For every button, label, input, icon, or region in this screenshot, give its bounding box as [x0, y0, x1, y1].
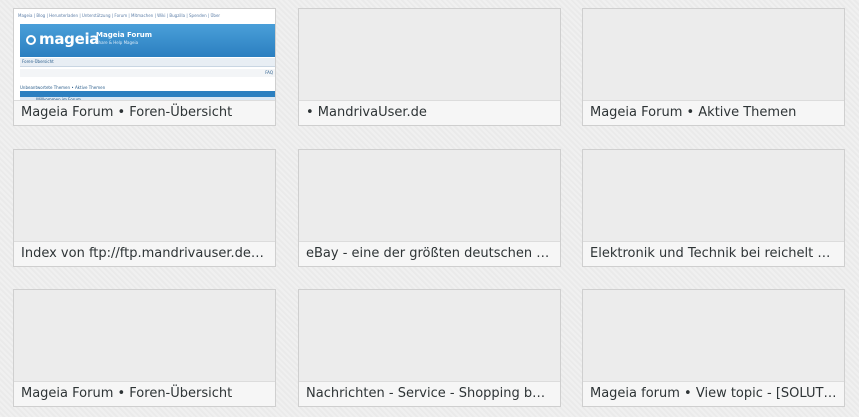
- tile-title: Index von ftp://ftp.mandrivauser.de/m...: [14, 241, 275, 266]
- tile-preview: [583, 9, 844, 102]
- tile-title: Mageia Forum • Foren-Übersicht: [14, 381, 275, 406]
- thumbnail-tile-4[interactable]: Index von ftp://ftp.mandrivauser.de/m...: [13, 149, 276, 267]
- thumbnail-tile-5[interactable]: eBay - eine der größten deutschen S...: [298, 149, 561, 267]
- logo-text: mageia: [39, 30, 100, 48]
- tile-title: eBay - eine der größten deutschen S...: [299, 241, 560, 266]
- preview-faq-link: FAQ: [265, 70, 273, 75]
- thumbnail-tile-6[interactable]: Elektronik und Technik bei reichelt el..…: [582, 149, 845, 267]
- tile-preview: [14, 290, 275, 383]
- tile-preview: [583, 150, 844, 243]
- tile-preview: [14, 150, 275, 243]
- tile-preview: [299, 9, 560, 102]
- thumbnail-tile-9[interactable]: Mageia forum • View topic - [SOLUTIO...: [582, 289, 845, 407]
- tile-preview: [299, 290, 560, 383]
- tile-preview: [299, 150, 560, 243]
- tile-preview: Mageia | Blog | Herunterladen | Unterstü…: [14, 9, 275, 102]
- preview-links: Unbeantwortete Themen • Aktive Themen: [20, 85, 106, 90]
- preview-breadcrumb-bar: Foren-Übersicht: [20, 58, 275, 67]
- thumbnail-tile-3[interactable]: Mageia Forum • Aktive Themen: [582, 8, 845, 126]
- mageia-logo-icon: [26, 35, 36, 45]
- tile-title: • MandrivaUser.de: [299, 100, 560, 125]
- tile-title: Elektronik und Technik bei reichelt el..…: [583, 241, 844, 266]
- tile-title: Mageia Forum • Foren-Übersicht: [14, 100, 275, 125]
- preview-top-nav: Mageia | Blog | Herunterladen | Unterstü…: [18, 13, 221, 18]
- tile-title: Mageia Forum • Aktive Themen: [583, 100, 844, 125]
- preview-banner: mageia Mageia Forum Share & Help Mageia: [20, 24, 275, 57]
- preview-breadcrumb: Foren-Übersicht: [22, 59, 54, 64]
- preview-forum-subtitle: Share & Help Mageia: [96, 40, 139, 45]
- thumbnail-tile-2[interactable]: • MandrivaUser.de: [298, 8, 561, 126]
- preview-forum-title: Mageia Forum: [96, 31, 153, 39]
- tile-preview: [583, 290, 844, 383]
- thumbnail-tile-1[interactable]: Mageia | Blog | Herunterladen | Unterstü…: [13, 8, 276, 126]
- tile-title: Mageia forum • View topic - [SOLUTIO...: [583, 381, 844, 406]
- forum-page-preview: Mageia | Blog | Herunterladen | Unterstü…: [14, 9, 275, 102]
- tile-title: Nachrichten - Service - Shopping bei ...: [299, 381, 560, 406]
- mageia-logo: mageia: [26, 30, 99, 48]
- thumbnail-tile-7[interactable]: Mageia Forum • Foren-Übersicht: [13, 289, 276, 407]
- thumbnail-tile-8[interactable]: Nachrichten - Service - Shopping bei ...: [298, 289, 561, 407]
- preview-toolbar: FAQ: [20, 69, 275, 77]
